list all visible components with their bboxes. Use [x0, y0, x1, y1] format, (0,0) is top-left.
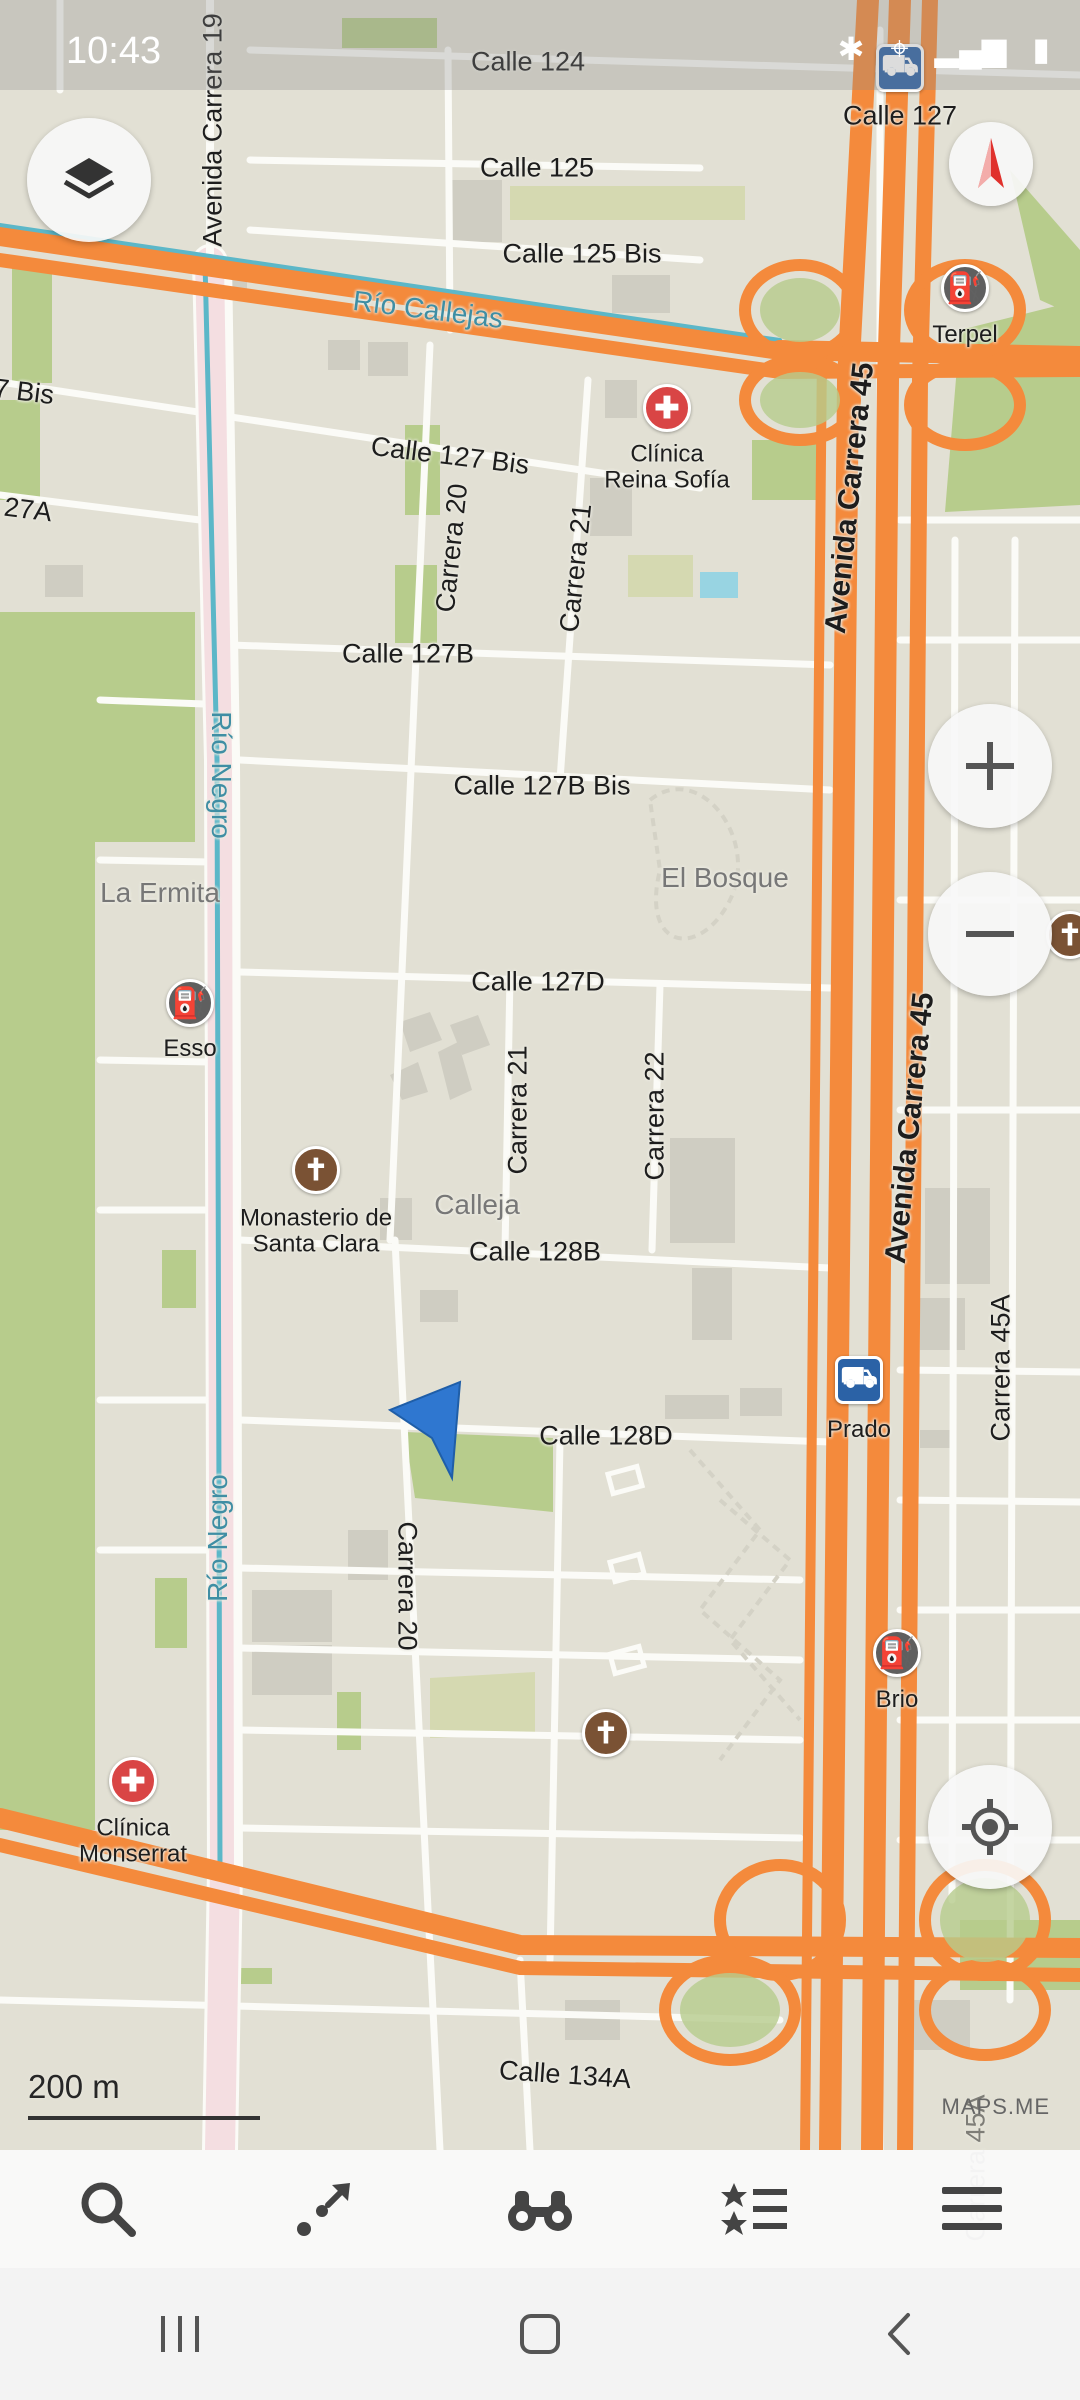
street-label-carrera-45a: Carrera 45A: [985, 1294, 1016, 1442]
status-time: 10:43: [66, 30, 162, 72]
bookmarks-icon: [721, 2183, 787, 2235]
home-button[interactable]: [475, 2279, 605, 2389]
bluetooth-icon: ✱: [837, 31, 865, 67]
street-label-calle-128d: Calle 128D: [539, 1420, 673, 1451]
discovery-icon: [508, 2191, 572, 2231]
zoom-in-button[interactable]: [928, 704, 1052, 828]
system-nav-bar: [0, 2268, 1080, 2400]
poi-label-terpel[interactable]: Terpel: [932, 321, 997, 348]
street-label-calle-127b: Calle 127B: [341, 638, 475, 669]
area-label-el-bosque: El Bosque: [661, 862, 789, 893]
status-bar: 10:43 ✱ ⌖ ▂▄▆ ▮: [0, 0, 1080, 90]
scale-label: 200 m: [28, 2068, 120, 2105]
status-icons: ✱ ⌖ ▂▄▆ ▮: [838, 30, 1050, 68]
street-label-calle-125-bis: Calle 125 Bis: [502, 238, 662, 269]
street-label-carrera-22: Carrera 22: [639, 1051, 670, 1181]
layers-icon: [63, 158, 115, 199]
poi-label-esso[interactable]: Esso: [163, 1035, 216, 1062]
menu-icon: [942, 2187, 1002, 2230]
discovery-button[interactable]: [485, 2154, 595, 2264]
screen: Calle 124 Calle 125 Calle 125 Bis Calle …: [0, 0, 1080, 2400]
street-label-carrera-21-mid: Carrera 21: [502, 1045, 533, 1175]
recent-apps-icon: [161, 2316, 199, 2352]
fuel-station-icon[interactable]: ⛽: [166, 979, 214, 1027]
layers-button[interactable]: [27, 118, 151, 242]
back-icon: [888, 2313, 910, 2355]
my-location-icon: [962, 1799, 1018, 1855]
location-icon: ⌖: [890, 30, 909, 66]
street-label-7-bis: 7 Bis: [0, 372, 56, 411]
signal-icon: ▂▄▆: [934, 31, 1007, 67]
street-label-27a: 27A: [2, 491, 54, 528]
street-label-calle-125: Calle 125: [479, 152, 595, 183]
hospital-icon[interactable]: ✚: [643, 384, 691, 432]
poi-label-clinica-monserrat[interactable]: Clínica Monserrat: [79, 1815, 187, 1869]
plus-icon: [966, 742, 1014, 790]
back-button[interactable]: [835, 2279, 965, 2389]
compass-button[interactable]: [949, 122, 1033, 206]
route-icon: [297, 2183, 350, 2236]
my-location-button[interactable]: [928, 1765, 1052, 1889]
search-button[interactable]: [53, 2154, 163, 2264]
area-label-calleja: Calleja: [434, 1189, 520, 1220]
map-canvas[interactable]: Calle 124 Calle 125 Calle 125 Bis Calle …: [0, 0, 1080, 2242]
river-label-rio-negro-bottom: Río Negro: [202, 1474, 233, 1602]
attribution-label: MAPS.ME: [941, 2094, 1050, 2119]
bottom-toolbar: [0, 2150, 1080, 2268]
route-button[interactable]: [269, 2154, 379, 2264]
hospital-icon[interactable]: ✚: [109, 1757, 157, 1805]
church-icon[interactable]: ✝: [582, 1709, 630, 1757]
street-label-calle-128b: Calle 128B: [468, 1236, 602, 1267]
menu-button[interactable]: [917, 2154, 1027, 2264]
poi-label-clinica-reina-sofia[interactable]: Clínica Reina Sofía: [604, 441, 729, 495]
recent-apps-button[interactable]: [115, 2279, 245, 2389]
poi-label-prado[interactable]: Prado: [827, 1416, 891, 1443]
zoom-out-button[interactable]: [928, 872, 1052, 996]
scale-bar: [28, 2116, 260, 2120]
church-icon[interactable]: ✝: [292, 1146, 340, 1194]
search-icon: [81, 2182, 136, 2237]
area-label-la-ermita: La Ermita: [100, 877, 220, 908]
street-label-calle-127: Calle 127: [842, 100, 958, 131]
bus-station-icon[interactable]: ⛟: [835, 1356, 883, 1404]
fuel-station-icon[interactable]: ⛽: [941, 264, 989, 312]
home-icon: [520, 2314, 560, 2354]
street-label-calle-127d: Calle 127D: [471, 966, 605, 997]
battery-icon: ▮: [1032, 31, 1050, 67]
poi-label-brio[interactable]: Brio: [876, 1686, 919, 1713]
map-scale: 200 m: [28, 2068, 260, 2120]
poi-label-monasterio[interactable]: Monasterio de Santa Clara: [240, 1205, 392, 1259]
street-label-carrera-20-bottom: Carrera 20: [392, 1521, 423, 1651]
river-label-rio-negro-top: Río Negro: [206, 711, 237, 839]
minus-icon: [966, 931, 1014, 937]
bookmarks-button[interactable]: [701, 2154, 811, 2264]
fuel-station-icon[interactable]: ⛽: [873, 1629, 921, 1677]
compass-icon: [978, 138, 1004, 188]
street-label-calle-127b-bis: Calle 127B Bis: [453, 770, 631, 801]
